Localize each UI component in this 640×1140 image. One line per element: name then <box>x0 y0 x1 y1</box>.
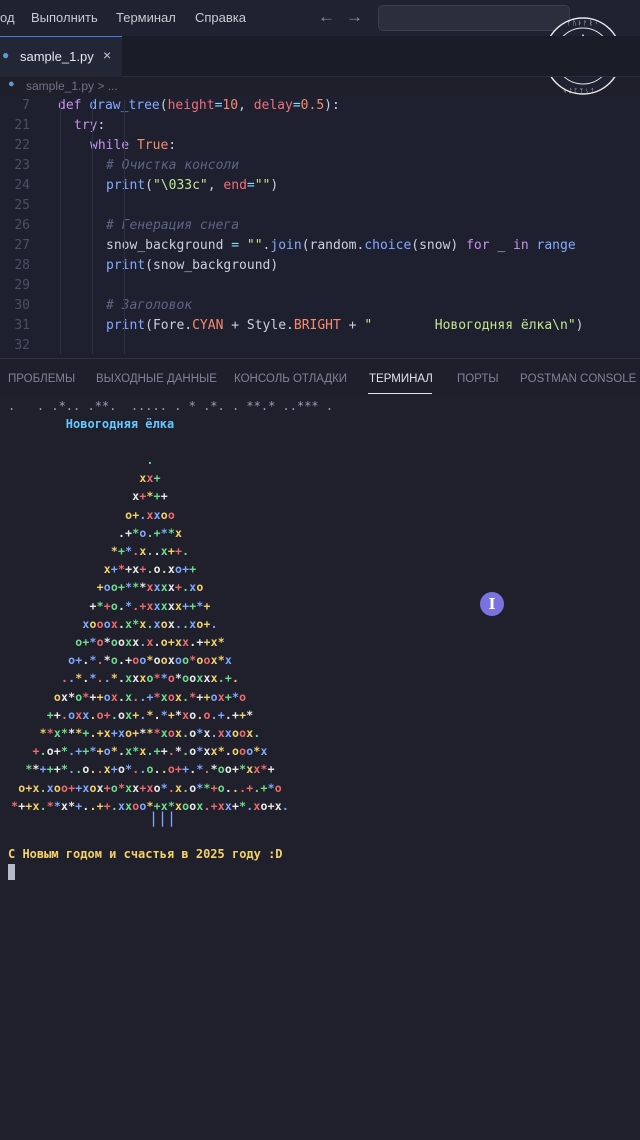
tree-trunk: ||| <box>149 809 177 827</box>
panel-tab-bar: ПРОБЛЕМЫ ВЫХОДНЫЕ ДАННЫЕ КОНСОЛЬ ОТЛАДКИ… <box>0 358 640 395</box>
indent-guide <box>60 100 61 354</box>
tree-row: x+*+x+.o.xo++ <box>103 562 197 577</box>
code-text: # Генерация снега <box>106 218 240 233</box>
line-number: 25 <box>14 198 30 213</box>
svg-text:ᚠ ᚢ ᚦ ᚨ ᚱ ᚲ: ᚠ ᚢ ᚦ ᚨ ᚱ ᚲ <box>567 20 598 27</box>
tree-row: +.o+*.++*+o*.x*x.++.*.o*xx*.ooo*x <box>32 744 268 759</box>
tree-row: *+*.x..x++. <box>110 544 190 558</box>
tree-row: xooox.x*x.xox..xo+. <box>82 616 218 631</box>
code-line: 22 while True: <box>0 138 640 158</box>
tree-row: +oo+***xxxx+.xo <box>96 580 204 595</box>
tree-row: o+x.xoo++xox+o*xx+xo*.x.o**+o...+.+*o <box>18 780 282 795</box>
code-line: 28 print(snow_background) <box>0 258 640 278</box>
code-line: 24 print("\033c", end="") <box>0 178 640 198</box>
code-text: print(snow_background) <box>106 258 279 273</box>
tab-terminal[interactable]: ТЕРМИНАЛ <box>369 373 433 385</box>
breadcrumb: ● sample_1.py > ... <box>0 76 640 96</box>
code-text: snow_background = "".join(random.choice(… <box>106 238 576 253</box>
arrow-right-icon[interactable]: → <box>346 7 363 27</box>
tree-row: ..*.*..*.xxxo**o*ooxxx.+. <box>60 671 240 686</box>
line-number: 23 <box>14 158 30 173</box>
code-text: print("\033c", end="") <box>106 178 279 193</box>
tree-row: o+.*.*o.+oo*ooxoo*oox*x <box>68 653 232 668</box>
greeting-line: С Новым годом и счастья в 2025 году :D <box>8 847 283 861</box>
line-number: 28 <box>14 258 30 273</box>
code-line: 27 snow_background = "".join(random.choic… <box>0 238 640 258</box>
code-line: 26 # Генерация снега <box>0 218 640 238</box>
code-text: print(Fore.CYAN + Style.BRIGHT + " Новог… <box>106 318 584 333</box>
menu-item-terminal[interactable]: Терминал <box>116 10 176 25</box>
text-cursor-icon: I <box>480 592 504 616</box>
tab-debug-console[interactable]: КОНСОЛЬ ОТЛАДКИ <box>234 373 347 385</box>
indent-guide <box>124 100 125 354</box>
tree-row: **x***+.+x+xo+***xox.o*x.xxoox. <box>39 726 261 740</box>
line-number: 21 <box>14 118 30 133</box>
tab-output[interactable]: ВЫХОДНЫЕ ДАННЫЕ <box>96 373 217 385</box>
tab-label: sample_1.py <box>20 49 94 64</box>
tree-row: xx+ <box>139 471 161 486</box>
line-number: 26 <box>14 218 30 233</box>
code-line: 7 def draw_tree(height=10, delay=0.5): <box>0 98 640 118</box>
tree-row: x+*++ <box>132 489 168 504</box>
active-tab-indicator <box>368 393 432 394</box>
code-line: 32 <box>0 338 640 354</box>
code-text: try: <box>74 118 106 133</box>
tab-problems[interactable]: ПРОБЛЕМЫ <box>8 373 75 385</box>
tree-row: ox*o*++ox.x..+*xox.*++ox+*o <box>53 689 247 704</box>
line-number: 22 <box>14 138 30 153</box>
code-text: while True: <box>90 138 177 153</box>
terminal-panel[interactable]: . . .*.. .**. ..... . * .*. . **.* ..***… <box>0 395 640 1140</box>
close-icon[interactable]: × <box>103 47 111 63</box>
line-number: 29 <box>14 278 30 293</box>
code-line: 23 # Очистка консоли <box>0 158 640 178</box>
code-line: 29 <box>0 278 640 298</box>
tree-title: Новогодняя ёлка <box>8 417 175 431</box>
menu-item-run[interactable]: Выполнить <box>31 10 98 25</box>
tab-ports[interactable]: ПОРТЫ <box>457 373 499 385</box>
code-line: 21 try: <box>0 118 640 138</box>
line-number: 7 <box>22 98 30 113</box>
tree-row: . <box>146 453 154 467</box>
editor-tab-bar: ● sample_1.py × <box>0 36 640 77</box>
code-line: 30 # Заголовок <box>0 298 640 318</box>
tree-row: +*+o.*.+xxxxx++*+ <box>89 598 211 613</box>
code-line: 31 print(Fore.CYAN + Style.BRIGHT + " Нов… <box>0 318 640 338</box>
terminal-cursor <box>8 864 15 880</box>
tree-row: o+.xxoo <box>125 507 175 522</box>
line-number: 24 <box>14 178 30 193</box>
tree-row: ++.oxx.o+.ox+.*.*+*xo.o.+.++* <box>46 707 254 722</box>
tree-row: .+*o.+**x <box>117 525 183 540</box>
line-number: 30 <box>14 298 30 313</box>
snow-line: . . .*.. .**. ..... . * .*. . **.* ..***… <box>8 399 334 413</box>
arrow-left-icon[interactable]: ← <box>318 7 335 27</box>
command-center-search[interactable] <box>378 5 570 31</box>
menu-item-help[interactable]: Справка <box>195 10 246 25</box>
tree-row: **+++*..o..x+o*..o..o++.*.*oo+*xx*+ <box>25 762 275 777</box>
line-number: 31 <box>14 318 30 333</box>
python-icon: ● <box>8 78 15 90</box>
tree-row: o+*o*ooxx.x.o+xx.++x* <box>75 635 225 649</box>
code-text: # Очистка консоли <box>106 158 240 173</box>
line-number: 32 <box>14 338 30 353</box>
line-number: 27 <box>14 238 30 253</box>
code-line: 25 <box>0 198 640 218</box>
tab-postman-console[interactable]: POSTMAN CONSOLE <box>520 373 636 385</box>
menu-item-file[interactable]: од <box>0 10 15 25</box>
code-text: def draw_tree(height=10, delay=0.5): <box>58 98 340 113</box>
breadcrumb-file[interactable]: sample_1.py > ... <box>26 79 118 93</box>
tab-sample-1-py[interactable]: ● sample_1.py × <box>0 36 122 77</box>
python-icon: ● <box>2 48 10 62</box>
indent-guide <box>92 100 93 354</box>
code-text: # Заголовок <box>106 298 193 313</box>
code-editor[interactable]: 7 def draw_tree(height=10, delay=0.5): 21 t… <box>0 96 640 354</box>
